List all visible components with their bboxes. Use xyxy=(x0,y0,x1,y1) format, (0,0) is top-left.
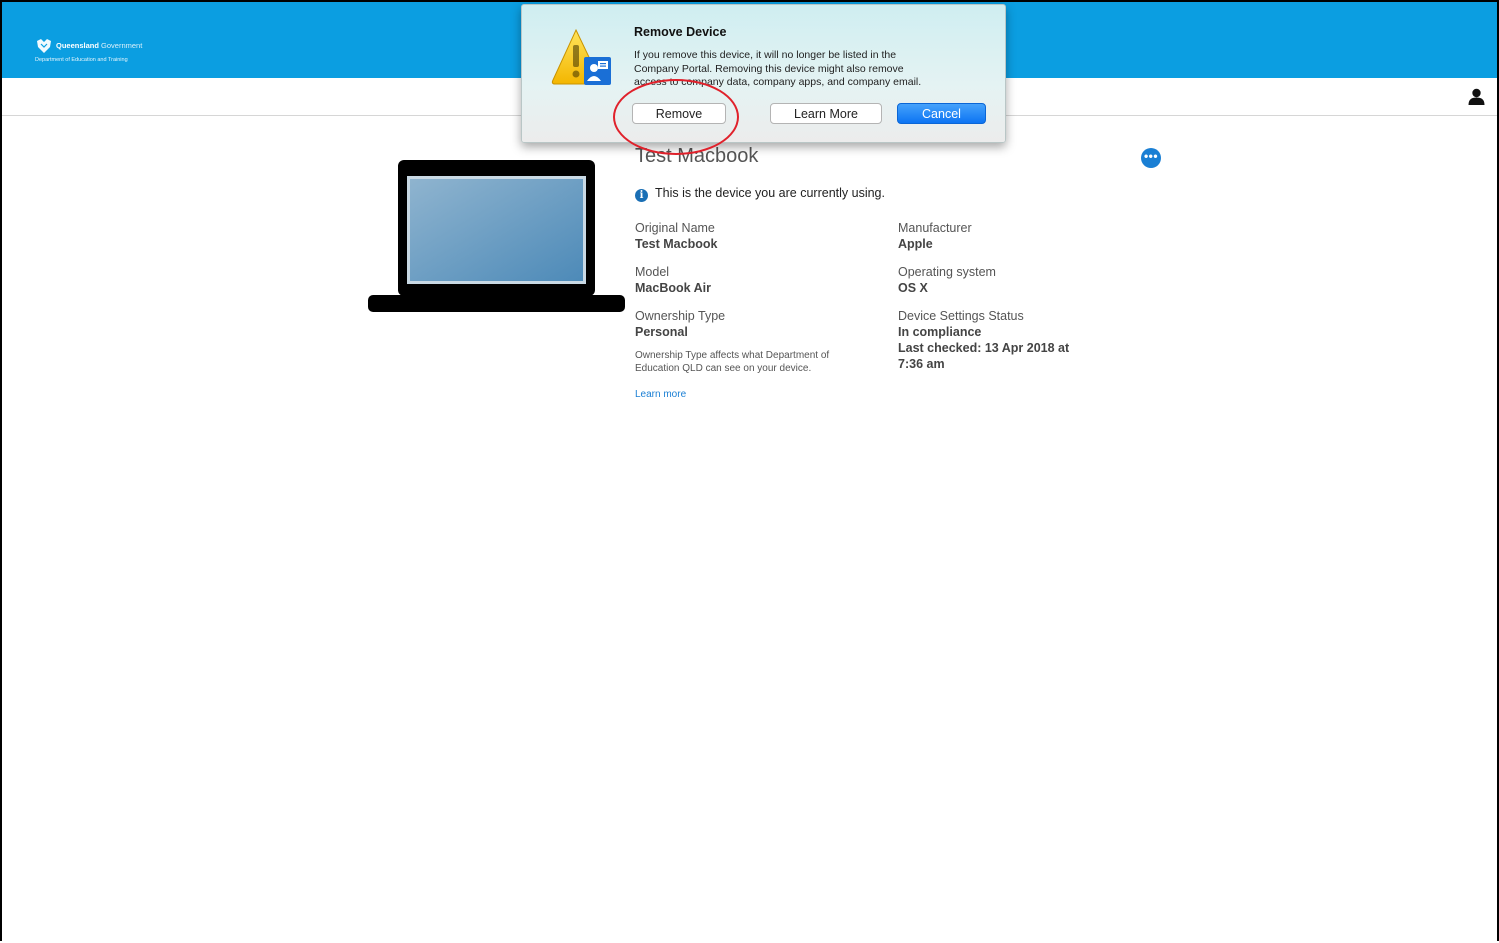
field-original-name: Original Name Test Macbook xyxy=(635,220,717,252)
field-ownership-type: Ownership Type Personal xyxy=(635,308,725,340)
crest-icon xyxy=(37,39,51,53)
device-title: Test Macbook xyxy=(635,145,759,167)
remove-button[interactable]: Remove xyxy=(632,103,726,124)
learn-more-link[interactable]: Learn more xyxy=(635,389,686,400)
dialog-message-line-3: access to company data, company apps, an… xyxy=(634,76,922,88)
last-checked-line-1: Last checked: 13 Apr 2018 at xyxy=(898,341,1070,355)
more-options-button[interactable]: ••• xyxy=(1141,148,1161,168)
field-label: Model xyxy=(635,265,670,279)
current-device-notice: i This is the device you are currently us… xyxy=(635,186,885,202)
ownership-note-line-2: Education QLD can see on your device. xyxy=(635,362,812,374)
field-value: MacBook Air xyxy=(635,281,711,295)
field-label: Ownership Type xyxy=(635,309,726,323)
info-icon: i xyxy=(635,189,648,202)
ownership-note: Ownership Type affects what Department o… xyxy=(635,350,870,375)
field-value: Test Macbook xyxy=(635,237,718,251)
laptop-illustration xyxy=(368,160,625,312)
logo-title: Queensland Government xyxy=(56,41,143,50)
field-value: Apple xyxy=(898,237,933,251)
dialog-title: Remove Device xyxy=(634,25,727,39)
learn-more-button[interactable]: Learn More xyxy=(770,103,882,124)
remove-device-dialog: Remove Device If you remove this device,… xyxy=(521,4,1006,143)
field-model: Model MacBook Air xyxy=(635,264,711,296)
cancel-button[interactable]: Cancel xyxy=(897,103,986,124)
field-device-settings-status: Device Settings Status In compliance Las… xyxy=(898,308,1069,372)
current-device-text: This is the device you are currently usi… xyxy=(655,186,885,200)
last-checked-line-2: 7:36 am xyxy=(898,357,945,371)
field-label: Original Name xyxy=(635,221,715,235)
field-value: OS X xyxy=(898,281,928,295)
field-value: In compliance xyxy=(898,325,982,339)
ownership-note-line-1: Ownership Type affects what Department o… xyxy=(635,350,830,361)
dialog-message-line-2: Company Portal. Removing this device mig… xyxy=(634,62,904,75)
field-operating-system: Operating system OS X xyxy=(898,264,996,296)
field-value: Personal xyxy=(635,325,688,339)
field-manufacturer: Manufacturer Apple xyxy=(898,220,972,252)
warning-icon xyxy=(551,28,611,85)
dialog-message: If you remove this device, it will no lo… xyxy=(634,49,979,90)
field-label: Device Settings Status xyxy=(898,309,1024,323)
field-label: Operating system xyxy=(898,265,996,279)
user-icon[interactable] xyxy=(1468,88,1485,105)
field-label: Manufacturer xyxy=(898,221,972,235)
logo-subtitle: Department of Education and Training xyxy=(35,57,128,63)
dialog-message-line-1: If you remove this device, it will no lo… xyxy=(634,49,897,61)
